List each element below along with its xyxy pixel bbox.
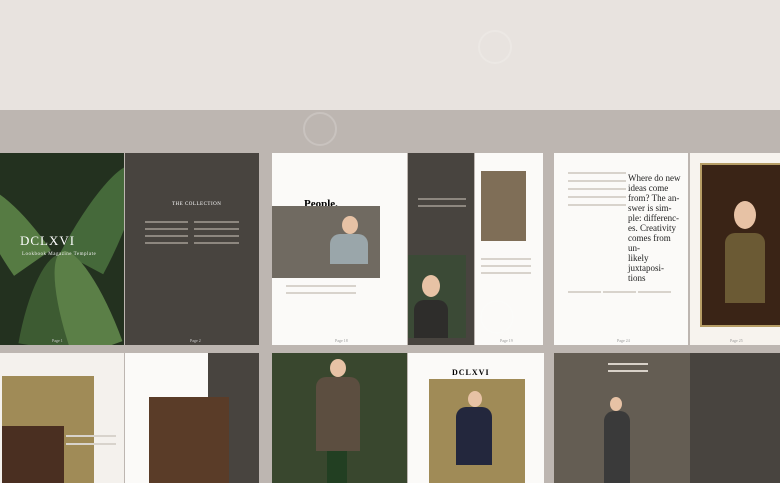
fashion-photo-page bbox=[272, 353, 407, 483]
text-line bbox=[145, 228, 188, 230]
quote-line: es. Creativity bbox=[628, 223, 676, 233]
model-head bbox=[422, 275, 440, 297]
text-line bbox=[568, 204, 626, 206]
model-body bbox=[725, 233, 765, 303]
page-number: Page 2 bbox=[190, 338, 201, 343]
cover-title: DCLXVI bbox=[20, 233, 76, 248]
model-head bbox=[610, 397, 622, 411]
leaf-graphic bbox=[0, 176, 51, 276]
page-number: Page 18 bbox=[335, 338, 348, 343]
cover-page: DCLXVI Lookbook Magazine Template Page 1 bbox=[0, 153, 124, 345]
text-line bbox=[481, 258, 531, 260]
top-background bbox=[0, 0, 780, 110]
quote-line: ple: differenc- bbox=[628, 213, 680, 223]
text-line bbox=[145, 242, 188, 244]
people-page: People. Page 18 bbox=[272, 153, 407, 345]
text-line bbox=[638, 291, 671, 293]
olive-page bbox=[0, 353, 124, 483]
model-head bbox=[330, 359, 346, 377]
quote-line: tions bbox=[628, 273, 646, 283]
text-line bbox=[286, 285, 356, 287]
quote-line: ideas come bbox=[628, 183, 669, 193]
cover-subtitle: Lookbook Magazine Template bbox=[22, 252, 97, 257]
text-line bbox=[568, 291, 601, 293]
section-heading: THE COLLECTION bbox=[172, 202, 222, 207]
model-body bbox=[604, 411, 630, 483]
quote-line: likely juxtaposi- bbox=[628, 253, 664, 273]
golden-frame-page: Page 25 bbox=[690, 153, 780, 345]
quote-page: Where do new ideas come from? The an- sw… bbox=[554, 153, 688, 345]
text-line bbox=[194, 221, 239, 223]
portrait-page bbox=[408, 153, 474, 345]
text-line bbox=[194, 228, 239, 230]
text-line bbox=[418, 198, 466, 200]
drapery-page bbox=[554, 353, 690, 483]
text-line bbox=[603, 291, 636, 293]
text-line bbox=[418, 205, 466, 207]
page-number: Page 24 bbox=[617, 338, 630, 343]
model-body bbox=[316, 377, 360, 451]
text-line bbox=[145, 221, 188, 223]
collection-page: THE COLLECTION Page 2 bbox=[125, 153, 259, 345]
forest-photo bbox=[149, 397, 229, 483]
model-body bbox=[456, 407, 492, 465]
model-head bbox=[342, 216, 358, 234]
portrait-photo bbox=[408, 255, 466, 338]
forest-page bbox=[125, 353, 259, 483]
quote-text: Where do new ideas come from? The an- sw… bbox=[628, 173, 684, 283]
text-line bbox=[608, 363, 648, 365]
model-legs bbox=[327, 451, 347, 483]
watermark-icon bbox=[303, 112, 337, 146]
model-head bbox=[468, 391, 482, 407]
text-line bbox=[568, 188, 626, 190]
model-head bbox=[734, 201, 756, 229]
quote-line: swer is sim- bbox=[628, 203, 672, 213]
text-line bbox=[286, 292, 356, 294]
text-line bbox=[481, 272, 531, 274]
model-body bbox=[414, 300, 448, 338]
text-line bbox=[481, 265, 531, 267]
model-body bbox=[330, 234, 368, 264]
quote-line: comes from un- bbox=[628, 233, 671, 253]
text-line bbox=[568, 196, 626, 198]
quote-line: Where do new bbox=[628, 173, 681, 183]
portrait-photo bbox=[2, 426, 64, 483]
text-line bbox=[568, 172, 626, 174]
text-line bbox=[66, 443, 116, 445]
text-line bbox=[145, 235, 188, 237]
page-number: Page 1 bbox=[52, 338, 63, 343]
text-line bbox=[568, 180, 626, 182]
portrait-photo bbox=[272, 206, 380, 278]
watermark-icon bbox=[478, 30, 512, 64]
dark-page bbox=[690, 353, 780, 483]
page-number: Page 19 bbox=[500, 338, 513, 343]
text-line bbox=[66, 435, 116, 437]
page-number: Page 25 bbox=[730, 338, 743, 343]
text-line bbox=[608, 370, 648, 372]
text-line bbox=[194, 242, 239, 244]
watermark-icon bbox=[480, 300, 514, 334]
quote-line: from? The an- bbox=[628, 193, 680, 203]
city-photo bbox=[481, 171, 526, 241]
olive-spread-title: DCLXVI bbox=[452, 368, 490, 377]
text-line bbox=[194, 235, 239, 237]
portrait-photo bbox=[700, 163, 780, 327]
title-page: DCLXVI bbox=[408, 353, 544, 483]
